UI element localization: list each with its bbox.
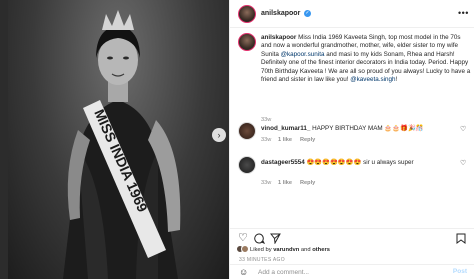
chevron-right-icon: › bbox=[217, 129, 221, 140]
action-bar: ♡ bbox=[230, 228, 474, 258]
photo-illustration: MISS INDIA 1969 bbox=[63, 10, 181, 279]
post-comment-button[interactable]: Post bbox=[453, 268, 467, 275]
post-timestamp: 33 MINUTES AGO bbox=[239, 257, 285, 263]
caption-text: anilskapoor Miss India 1969 Kaveeta Sing… bbox=[261, 34, 471, 84]
caption-avatar[interactable] bbox=[238, 33, 256, 51]
likes-middle: and bbox=[299, 247, 313, 253]
next-photo-button[interactable]: › bbox=[212, 128, 226, 142]
caption-mention-1[interactable]: @kapoor.sunita bbox=[281, 51, 325, 58]
photo-panel: MISS INDIA 1969 › bbox=[0, 0, 229, 279]
avatar[interactable] bbox=[238, 5, 256, 23]
heart-icon[interactable]: ♡ bbox=[238, 233, 248, 244]
likes-summary: Liked by varundvn and others bbox=[250, 247, 330, 253]
add-comment-bar: ☺ Post bbox=[230, 264, 474, 279]
comment-2-reply[interactable]: Reply bbox=[300, 180, 315, 186]
comment-avatar[interactable] bbox=[238, 156, 256, 174]
comment-1-age: 33w bbox=[261, 137, 272, 143]
caption-age: 33w bbox=[261, 117, 272, 123]
likes-user[interactable]: varundvn bbox=[273, 247, 299, 253]
caption-username[interactable]: anilskapoor bbox=[261, 34, 296, 41]
smiley-icon[interactable]: ☺ bbox=[239, 267, 248, 277]
likes-others[interactable]: others bbox=[312, 247, 330, 253]
share-icon[interactable] bbox=[269, 233, 281, 247]
comment-1-likes[interactable]: 1 like bbox=[278, 137, 292, 143]
comment-2-like-icon[interactable]: ♡ bbox=[460, 159, 466, 167]
comment-icon[interactable] bbox=[254, 233, 266, 247]
post-details-panel: anilskapoor ✓ ••• anilskapoor Miss India… bbox=[229, 0, 474, 279]
comment-1-text: HAPPY BIRTHDAY MAM 🎂🎂🎁🎉🎊 bbox=[310, 125, 424, 132]
likes-prefix: Liked by bbox=[250, 247, 274, 253]
post-photo[interactable]: MISS INDIA 1969 bbox=[8, 0, 229, 279]
bookmark-icon[interactable] bbox=[456, 233, 466, 247]
caption-mention-2[interactable]: @kaveeta.singh bbox=[350, 76, 395, 83]
verified-badge-icon: ✓ bbox=[304, 10, 311, 17]
more-horizontal-icon[interactable]: ••• bbox=[458, 8, 469, 18]
comment-avatar[interactable] bbox=[238, 122, 256, 140]
comment-1-username[interactable]: vinod_kumar11_ bbox=[261, 125, 310, 132]
post-header: anilskapoor ✓ ••• bbox=[230, 0, 474, 28]
comment-1-like-icon[interactable]: ♡ bbox=[460, 125, 466, 133]
comment-1-reply[interactable]: Reply bbox=[300, 137, 315, 143]
header-username[interactable]: anilskapoor bbox=[261, 10, 300, 17]
caption-part3: ! bbox=[395, 76, 398, 84]
comment-2-username[interactable]: dastageer5554 bbox=[261, 159, 305, 166]
comment-1: vinod_kumar11_ HAPPY BIRTHDAY MAM 🎂🎂🎁🎉🎊 bbox=[261, 125, 451, 133]
comment-2: dastageer5554 😍😍😍😍😍😍😍 sir u always super bbox=[261, 159, 451, 167]
add-comment-input[interactable] bbox=[258, 267, 438, 278]
comment-2-likes[interactable]: 1 like bbox=[278, 180, 292, 186]
comment-2-age: 33w bbox=[261, 180, 272, 186]
liker-avatars bbox=[236, 245, 249, 254]
comment-2-text: 😍😍😍😍😍😍😍 sir u always super bbox=[304, 159, 414, 166]
